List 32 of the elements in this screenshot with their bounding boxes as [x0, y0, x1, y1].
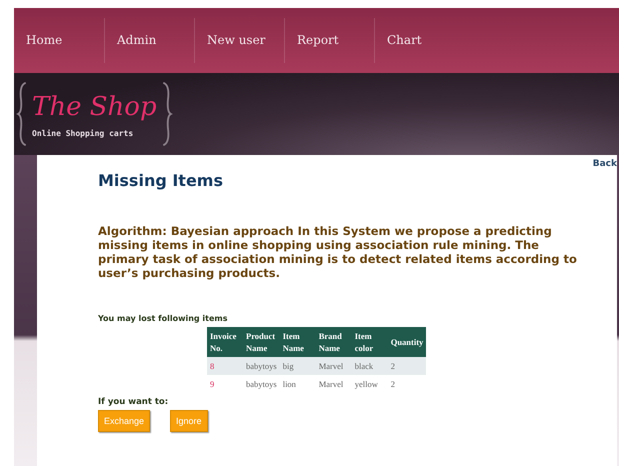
table-cell: Marvel	[316, 375, 352, 393]
column-header: Brand Name	[316, 327, 352, 357]
nav-link[interactable]: Admin	[104, 18, 194, 63]
prompt-text: If you want to:	[98, 397, 170, 407]
table-caption: You may lost following items	[98, 314, 229, 323]
table-cell: 2	[388, 357, 426, 375]
table-cell: Marvel	[316, 357, 352, 375]
column-header: Invoice No.	[207, 327, 243, 357]
table-cell: big	[280, 357, 316, 375]
description-text: Algorithm: Bayesian approach In this System we propose a predicting missing items in online shopping using association rule mining. The primary task of association mining is to detect related items according to user’s purchasing products.	[98, 224, 578, 280]
column-header: Product Name	[243, 327, 280, 357]
column-header: Item Name	[280, 327, 316, 357]
logo-tagline: Online Shopping carts	[32, 128, 134, 138]
invoice-link[interactable]: 8	[207, 357, 243, 375]
nav-link[interactable]: Home	[14, 18, 104, 63]
back-link[interactable]: Back	[592, 159, 617, 169]
nav-link[interactable]: Report	[284, 18, 374, 63]
table-cell: babytoys	[243, 357, 280, 375]
logo-title: The Shop	[32, 90, 157, 122]
table-cell: babytoys	[243, 375, 280, 393]
page-heading: Missing Items	[98, 171, 224, 190]
table-cell: black	[352, 357, 388, 375]
table-cell: yellow	[352, 375, 388, 393]
invoice-link[interactable]: 9	[207, 375, 243, 393]
table-cell: 2	[388, 375, 426, 393]
brace-icon	[160, 81, 173, 147]
nav-link[interactable]: New user	[194, 18, 284, 63]
nav-link[interactable]: Chart	[374, 18, 464, 63]
column-header: Quantity	[388, 327, 426, 357]
brace-icon	[16, 81, 28, 147]
table-cell: lion	[280, 375, 316, 393]
column-header: Item color	[352, 327, 388, 357]
